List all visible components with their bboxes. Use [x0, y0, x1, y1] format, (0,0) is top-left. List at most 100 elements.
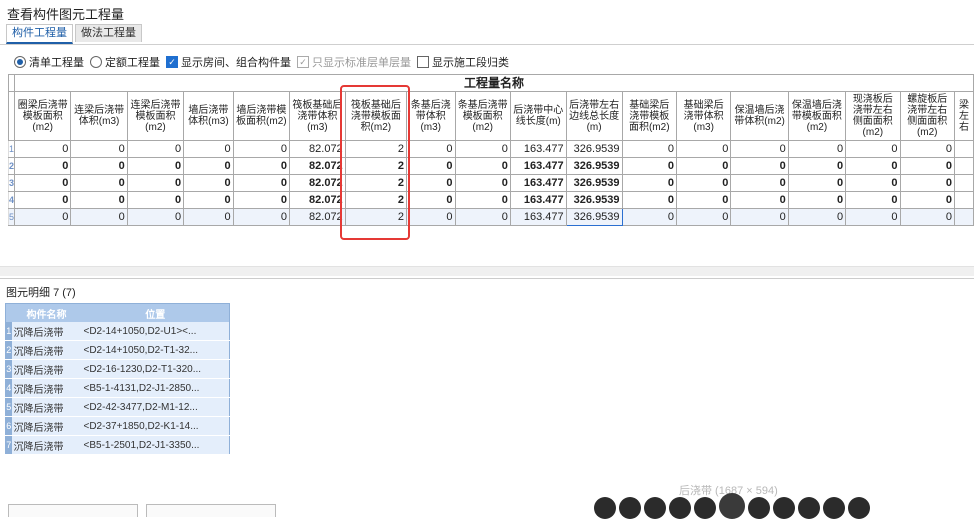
column-header[interactable]: 基础梁后浇带体积(m3)	[675, 91, 732, 141]
table-cell[interactable]: 0	[675, 157, 732, 175]
table-cell[interactable]: 82.072	[289, 191, 346, 209]
table-cell[interactable]: 0	[126, 174, 185, 192]
table-cell[interactable]: 0	[183, 191, 234, 209]
table-cell[interactable]: 0	[405, 191, 456, 209]
table-cell[interactable]: 0	[454, 191, 511, 209]
table-row[interactable]: 3 0 0 0 0 0 82.072 2 0 0 163.477 326.9539 0 0 0 0 0 0	[7, 174, 974, 192]
column-header[interactable]: 墙后浇带模板面积(m2)	[232, 91, 291, 141]
table-cell[interactable]: 0	[70, 157, 128, 175]
table-cell[interactable]: 0	[787, 208, 847, 226]
detail-component-name[interactable]: 沉降后浇带	[11, 340, 82, 360]
column-header[interactable]: 连梁后浇带模板面积(m2)	[126, 91, 185, 141]
list-qty-radio[interactable]: 清单工程量	[14, 54, 84, 70]
detail-col-name[interactable]: 构件名称	[11, 303, 82, 322]
table-cell[interactable]: 0	[126, 140, 185, 158]
table-cell[interactable]: 0	[14, 191, 72, 209]
detail-position[interactable]: <B5-1-4131,D2-J1-2850...	[81, 378, 230, 398]
table-cell[interactable]: 0	[675, 140, 732, 158]
table-cell[interactable]: 0	[845, 140, 901, 158]
table-cell[interactable]: 0	[70, 140, 128, 158]
detail-row[interactable]: 3 沉降后浇带 <D2-16-1230,D2-T1-320...	[5, 359, 230, 379]
table-cell[interactable]: 0	[14, 157, 72, 175]
detail-component-name[interactable]: 沉降后浇带	[11, 378, 82, 398]
table-cell[interactable]: 0	[730, 191, 789, 209]
show-stage-checkbox[interactable]: 显示施工段归类	[417, 54, 509, 70]
table-cell[interactable]: 163.477	[509, 174, 567, 192]
detail-row[interactable]: 1 沉降后浇带 <D2-14+1050,D2-U1><...	[5, 322, 230, 341]
table-cell[interactable]	[953, 208, 974, 226]
column-header[interactable]: 螺旋板后浇带左右侧面面积(m2)	[899, 91, 955, 141]
column-header[interactable]: 现浇板后浇带左右侧面面积(m2)	[845, 91, 901, 141]
column-header[interactable]: 条基后浇带模板面积(m2)	[454, 91, 511, 141]
detail-position[interactable]: <D2-42-3477,D2-M1-12...	[81, 397, 230, 417]
table-cell[interactable]: 0	[232, 208, 291, 226]
table-cell[interactable]: 0	[787, 191, 847, 209]
table-cell[interactable]: 0	[14, 174, 72, 192]
table-cell[interactable]: 0	[126, 191, 185, 209]
table-cell[interactable]: 0	[730, 157, 789, 175]
column-header[interactable]: 条基后浇带体积(m3)	[405, 91, 456, 141]
table-cell[interactable]: 0	[405, 157, 456, 175]
table-row[interactable]: 4 0 0 0 0 0 82.072 2 0 0 163.477 326.9539 0 0 0 0 0 0	[7, 191, 974, 209]
detail-position[interactable]: <B5-1-2501,D2-J1-3350...	[81, 435, 230, 455]
table-cell[interactable]: 0	[621, 174, 677, 192]
table-cell[interactable]: 0	[232, 191, 291, 209]
table-cell[interactable]: 0	[621, 208, 677, 226]
table-cell[interactable]: 0	[126, 208, 185, 226]
table-cell[interactable]: 0	[845, 191, 901, 209]
table-cell[interactable]: 0	[621, 191, 677, 209]
table-cell[interactable]: 163.477	[509, 157, 567, 175]
detail-row[interactable]: 5 沉降后浇带 <D2-42-3477,D2-M1-12...	[5, 397, 230, 417]
table-row[interactable]: 1 0 0 0 0 0 82.072 2 0 0 163.477 326.9539 0 0 0 0 0 0	[7, 140, 974, 158]
column-header[interactable]: 保温墙后浇带模板面积(m2)	[787, 91, 847, 141]
table-cell[interactable]: 163.477	[509, 191, 567, 209]
detail-component-name[interactable]: 沉降后浇带	[11, 397, 82, 417]
column-header[interactable]: 墙后浇带体积(m3)	[183, 91, 234, 141]
table-cell[interactable]	[953, 140, 974, 158]
table-cell[interactable]: 0	[70, 174, 128, 192]
table-cell[interactable]: 0	[845, 208, 901, 226]
table-cell[interactable]: 326.9539	[565, 208, 623, 226]
table-cell[interactable]: 0	[899, 157, 955, 175]
quantity-grid[interactable]: 工程量名称 圈梁后浇带模板面积(m2) 连梁后浇带体积(m3) 连梁后浇带模板面…	[7, 74, 974, 274]
panel-divider[interactable]	[0, 278, 974, 279]
table-cell[interactable]: 0	[899, 174, 955, 192]
quota-qty-radio[interactable]: 定额工程量	[90, 54, 160, 70]
table-cell[interactable]: 0	[845, 157, 901, 175]
table-cell[interactable]: 0	[14, 140, 72, 158]
table-cell[interactable]: 0	[454, 140, 511, 158]
table-cell[interactable]: 0	[183, 174, 234, 192]
table-row[interactable]: 2 0 0 0 0 0 82.072 2 0 0 163.477 326.9539 0 0 0 0 0 0	[7, 157, 974, 175]
table-cell[interactable]: 163.477	[509, 208, 567, 226]
column-header-partial[interactable]: 梁左右	[953, 91, 974, 141]
table-cell[interactable]: 0	[845, 174, 901, 192]
table-cell[interactable]: 0	[621, 157, 677, 175]
bottom-button-2[interactable]	[146, 504, 276, 517]
detail-row[interactable]: 4 沉降后浇带 <B5-1-4131,D2-J1-2850...	[5, 378, 230, 398]
column-header[interactable]: 筏板基础后浇带体积(m3)	[289, 91, 346, 141]
table-cell[interactable]	[953, 157, 974, 175]
detail-position[interactable]: <D2-16-1230,D2-T1-320...	[81, 359, 230, 379]
column-header[interactable]: 后浇带中心线长度(m)	[509, 91, 567, 141]
detail-row[interactable]: 6 沉降后浇带 <D2-37+1850,D2-K1-14...	[5, 416, 230, 436]
table-cell[interactable]: 0	[787, 157, 847, 175]
detail-component-name[interactable]: 沉降后浇带	[11, 435, 82, 455]
table-cell[interactable]: 0	[232, 174, 291, 192]
table-cell[interactable]: 326.9539	[565, 140, 623, 158]
detail-row[interactable]: 7 沉降后浇带 <B5-1-2501,D2-J1-3350...	[5, 435, 230, 455]
column-header[interactable]: 后浇带左右边线总长度(m)	[565, 91, 623, 141]
table-cell[interactable]: 326.9539	[565, 157, 623, 175]
column-header[interactable]: 保温墙后浇带体积(m2)	[730, 91, 789, 141]
table-cell[interactable]: 0	[183, 140, 234, 158]
detail-component-name[interactable]: 沉降后浇带	[11, 322, 82, 341]
table-cell[interactable]: 0	[70, 208, 128, 226]
table-cell[interactable]: 0	[232, 157, 291, 175]
table-cell[interactable]	[953, 191, 974, 209]
detail-row[interactable]: 2 沉降后浇带 <D2-14+1050,D2-T1-32...	[5, 340, 230, 360]
table-cell[interactable]: 0	[675, 174, 732, 192]
table-cell[interactable]: 326.9539	[565, 191, 623, 209]
table-cell[interactable]: 0	[787, 174, 847, 192]
table-cell[interactable]: 0	[126, 157, 185, 175]
table-cell[interactable]: 0	[405, 208, 456, 226]
detail-component-name[interactable]: 沉降后浇带	[11, 359, 82, 379]
